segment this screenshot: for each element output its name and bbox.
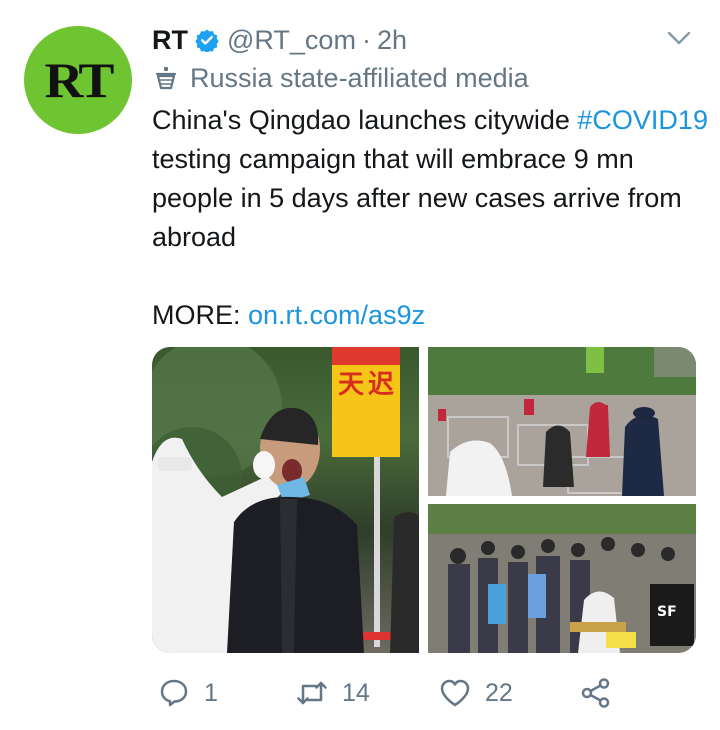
article-link[interactable]: on.rt.com/as9z xyxy=(248,300,425,330)
chevron-down-icon[interactable] xyxy=(666,28,692,48)
share-icon xyxy=(581,678,610,708)
timestamp[interactable]: 2h xyxy=(377,25,407,56)
user-handle[interactable]: @RT_com xyxy=(227,25,356,56)
like-button[interactable]: 22 xyxy=(439,672,513,714)
media-grid: 天 迟 SF xyxy=(152,347,696,653)
sf-badge-text: SF xyxy=(657,604,677,620)
swab-test-illustration: 天 迟 xyxy=(152,347,419,653)
more-prefix: MORE: xyxy=(152,300,249,330)
media-photo-testing-crowd[interactable]: SF xyxy=(428,504,696,653)
sign-char-1: 天 xyxy=(338,370,364,400)
action-bar: 1 14 22 xyxy=(152,672,622,714)
media-photo-swab-test[interactable]: 天 迟 xyxy=(152,347,419,653)
label-text: Russia state-affiliated media xyxy=(190,62,529,93)
state-media-label[interactable]: Russia state-affiliated media xyxy=(152,60,529,96)
display-name[interactable]: RT xyxy=(152,25,188,56)
heart-icon xyxy=(440,679,470,707)
rt-logo: RT xyxy=(44,52,115,108)
retweet-count: 14 xyxy=(342,678,370,707)
tweet-body: China's Qingdao launches citywide #COVID… xyxy=(152,101,712,257)
podium-icon xyxy=(155,67,177,90)
verified-badge-icon xyxy=(195,29,219,52)
reply-icon xyxy=(160,679,188,707)
separator: · xyxy=(361,24,371,55)
testing-crowd-illustration: SF xyxy=(428,504,696,653)
queue-carts-illustration xyxy=(428,347,696,496)
retweet-button[interactable]: 14 xyxy=(296,672,370,714)
reply-button[interactable]: 1 xyxy=(158,672,218,714)
share-button[interactable] xyxy=(580,672,612,714)
more-line: MORE: on.rt.com/as9z xyxy=(152,296,425,335)
avatar[interactable]: RT xyxy=(24,26,132,134)
tweet-text-part1: China's Qingdao launches citywide xyxy=(152,105,578,135)
tweet-header: RT @RT_com · 2h xyxy=(152,22,407,58)
hashtag-link[interactable]: #COVID19 xyxy=(577,105,708,135)
tweet-text-part2: testing campaign that will embrace 9 mn … xyxy=(152,144,682,252)
reply-count: 1 xyxy=(204,678,218,707)
like-count: 22 xyxy=(485,678,513,707)
media-photo-queue-carts[interactable] xyxy=(428,347,696,496)
sign-char-2: 迟 xyxy=(368,370,394,400)
retweet-icon xyxy=(297,681,327,705)
